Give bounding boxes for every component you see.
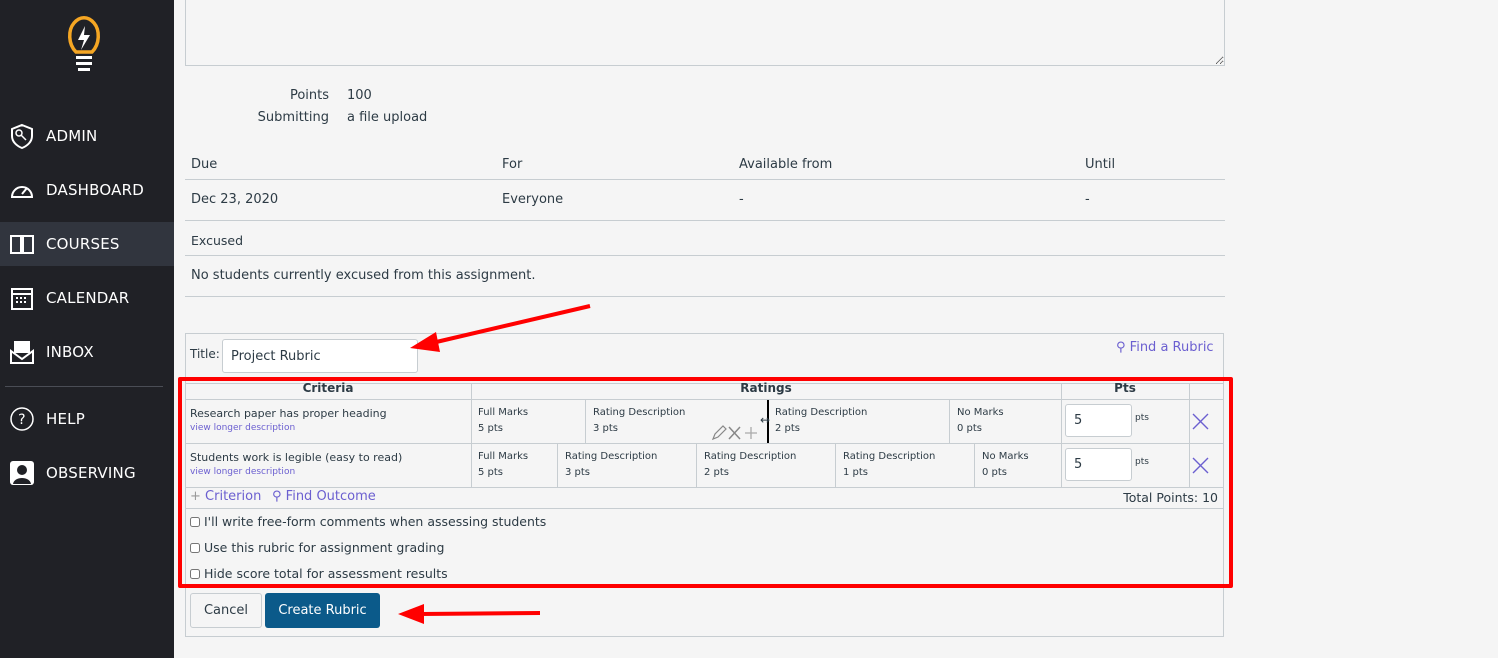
book-icon — [10, 235, 34, 254]
sidebar-item-label: OBSERVING — [46, 464, 136, 482]
user-icon — [10, 461, 34, 485]
svg-text:?: ? — [18, 412, 26, 428]
sidebar-item-label: HELP — [46, 410, 85, 428]
points-value: 100 — [347, 88, 372, 103]
sidebar-item-inbox[interactable]: INBOX — [0, 330, 174, 374]
until-value: - — [1085, 192, 1090, 207]
speedometer-icon — [10, 186, 34, 198]
sidebar-item-label: INBOX — [46, 343, 94, 361]
sidebar-item-help[interactable]: ? HELP — [0, 397, 174, 441]
calendar-icon — [11, 288, 33, 310]
submitting-value: a file upload — [347, 110, 428, 125]
submitting-label: Submitting — [257, 110, 329, 125]
sidebar-item-label: DASHBOARD — [46, 181, 144, 199]
sidebar-item-label: CALENDAR — [46, 289, 130, 307]
divider — [185, 220, 1225, 221]
divider — [5, 386, 163, 387]
logo-lightbulb-icon — [68, 16, 100, 71]
find-rubric-link[interactable]: ⚲ Find a Rubric — [1116, 340, 1214, 355]
sidebar-item-dashboard[interactable]: DASHBOARD — [0, 168, 174, 212]
due-value: Dec 23, 2020 — [191, 192, 279, 207]
sidebar-item-calendar[interactable]: CALENDAR — [0, 276, 174, 320]
excused-label: Excused — [191, 233, 244, 248]
help-icon: ? — [10, 407, 34, 431]
sidebar: ADMIN DASHBOARD COURSES CALENDAR INBOX ?… — [0, 0, 174, 658]
annotation-highlight-box — [178, 377, 1233, 588]
inbox-icon — [10, 341, 34, 364]
cancel-button[interactable]: Cancel — [190, 593, 262, 628]
for-header: For — [502, 157, 523, 172]
for-value: Everyone — [502, 192, 564, 207]
sidebar-item-label: COURSES — [46, 235, 120, 253]
excused-text: No students currently excused from this … — [191, 268, 536, 283]
sidebar-item-courses[interactable]: COURSES — [0, 222, 174, 266]
find-rubric-label: Find a Rubric — [1129, 340, 1214, 355]
title-label: Title: — [190, 347, 220, 361]
search-icon: ⚲ — [1116, 340, 1126, 355]
sidebar-item-admin[interactable]: ADMIN — [0, 114, 174, 158]
sidebar-item-observing[interactable]: OBSERVING — [0, 451, 174, 495]
available-value: - — [739, 192, 744, 207]
points-label: Points — [289, 88, 329, 103]
sidebar-item-label: ADMIN — [46, 127, 98, 145]
until-header: Until — [1085, 157, 1116, 172]
create-rubric-button[interactable]: Create Rubric — [265, 593, 380, 628]
divider — [185, 255, 1225, 256]
divider — [185, 296, 1225, 297]
due-header: Due — [191, 157, 218, 172]
description-textarea[interactable] — [185, 0, 1225, 66]
rubric-title-input[interactable]: Project Rubric — [222, 339, 418, 373]
divider — [185, 179, 1225, 180]
shield-key-icon — [11, 123, 33, 149]
available-header: Available from — [739, 157, 833, 172]
